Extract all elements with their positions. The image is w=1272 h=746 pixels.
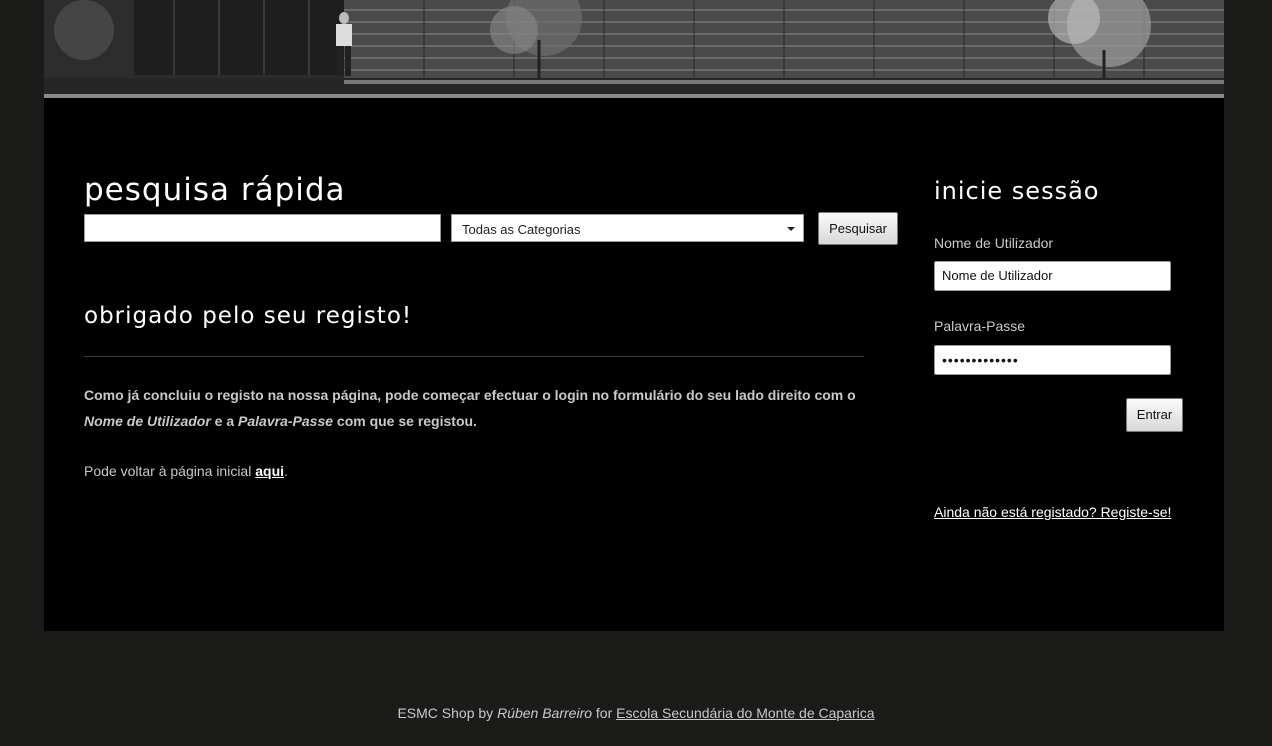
message-emphasis-password: Palavra-Passe [238,413,334,429]
footer-text: ESMC Shop by [397,705,498,721]
username-field[interactable]: Nome de Utilizador [934,261,1171,291]
footer-text: for [592,705,617,721]
category-select-value: Todas as Categorias [462,222,581,237]
login-title: inicie sessão [934,177,1100,205]
school-link[interactable]: Escola Secundária do Monte de Caparica [616,705,874,721]
footer: ESMC Shop by Rúben Barreiro for Escola S… [0,705,1272,721]
main-panel: pesquisa rápida Todas as Categorias Pesq… [44,98,1224,631]
search-button[interactable]: Pesquisar [818,212,898,245]
message-emphasis-username: Nome de Utilizador [84,413,211,429]
home-link[interactable]: aqui [255,463,284,479]
back-text-end: . [284,463,288,479]
registration-message: Como já concluiu o registo na nossa pági… [84,382,874,434]
message-text: e a [210,413,239,429]
back-text: Pode voltar à página inicial [84,463,256,479]
login-button[interactable]: Entrar [1126,398,1183,432]
search-input[interactable] [84,214,441,242]
footer-author: Rúben Barreiro [497,705,593,721]
chevron-down-icon [787,227,795,231]
register-link[interactable]: Ainda não está registado? Registe-se! [934,504,1171,520]
page-title: obrigado pelo seu registo! [84,303,413,329]
message-text: Como já concluiu o registo na nossa pági… [84,387,856,403]
header-banner-image [44,0,1224,98]
password-field[interactable]: ••••••••••••• [934,345,1171,375]
message-text: com que se registou. [333,413,477,429]
back-home-text: Pode voltar à página inicial aqui. [84,463,288,479]
category-select[interactable]: Todas as Categorias [451,214,804,242]
divider [84,356,864,357]
username-label: Nome de Utilizador [934,235,1054,251]
password-label: Palavra-Passe [934,318,1026,334]
search-title: pesquisa rápida [84,172,346,208]
